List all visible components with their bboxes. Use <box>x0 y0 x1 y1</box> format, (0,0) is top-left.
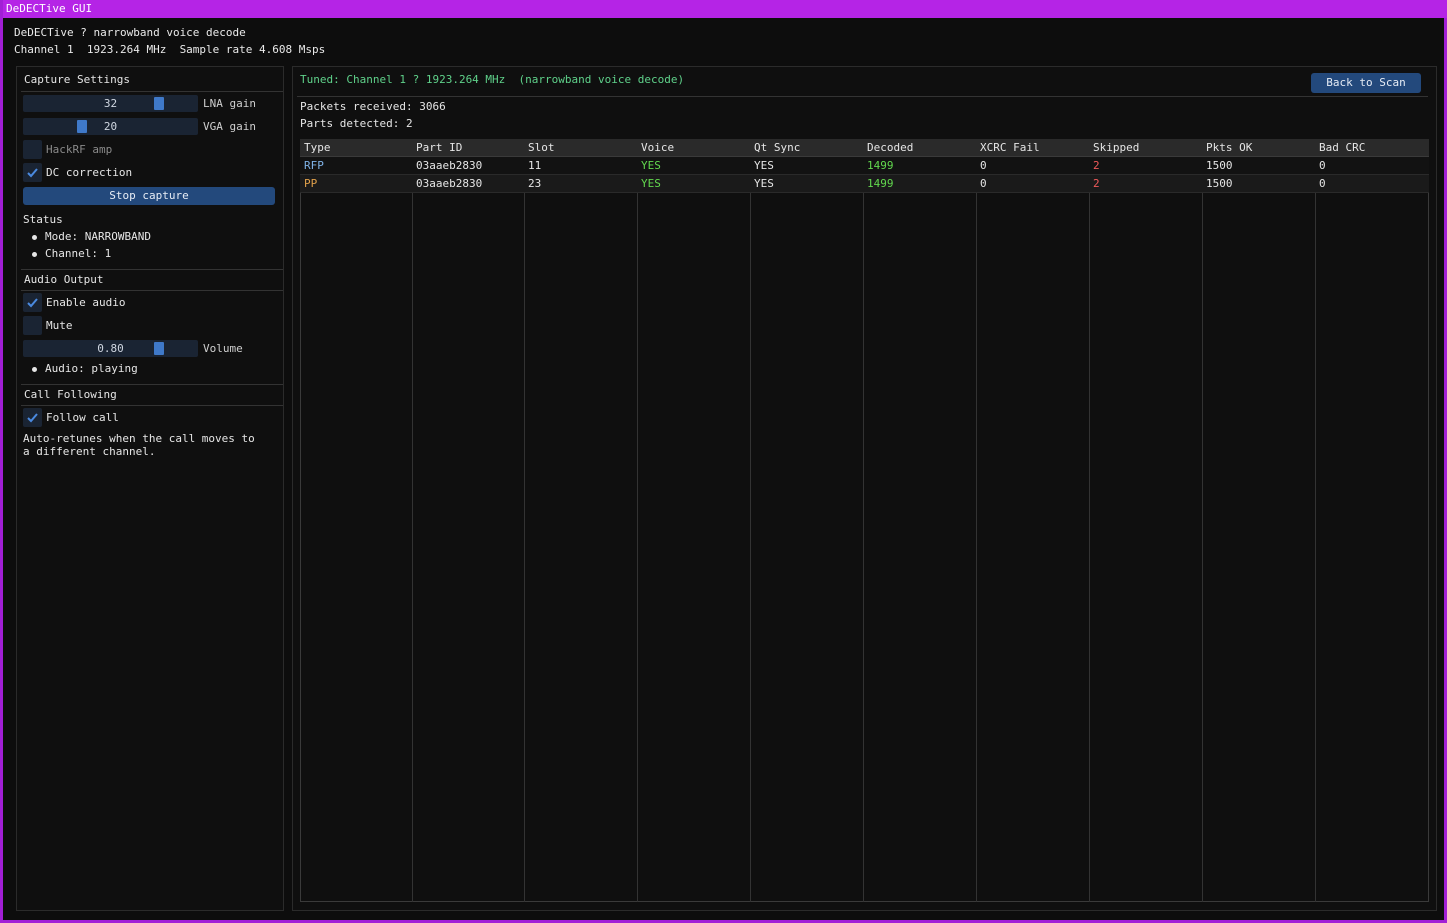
column-header-xcrc-fail[interactable]: XCRC Fail <box>976 139 1089 157</box>
cell-decoded: 1499 <box>863 174 976 193</box>
volume-value: 0.80 <box>97 342 124 355</box>
column-divider <box>1202 139 1203 902</box>
column-divider <box>412 139 413 902</box>
mute-label: Mute <box>46 319 73 332</box>
cell-bad-crc: 0 <box>1315 156 1429 175</box>
vga-gain-slider[interactable]: 20 <box>23 118 198 135</box>
cell-skipped: 2 <box>1089 156 1202 175</box>
follow-call-label: Follow call <box>46 411 119 424</box>
table-row[interactable]: PP 03aaeb2830 23 YES YES 1499 0 2 1500 0 <box>300 174 1429 193</box>
tuned-status: Tuned: Channel 1 ? 1923.264 MHz (narrowb… <box>300 73 685 86</box>
follow-description-1: Auto-retunes when the call moves to <box>23 432 255 445</box>
cell-voice: YES <box>637 174 750 193</box>
column-divider <box>1315 139 1316 902</box>
bullet-icon <box>32 367 37 372</box>
capture-settings-heading: Capture Settings <box>21 70 283 92</box>
window-titlebar[interactable]: DeDECTive GUI <box>3 0 1447 18</box>
lna-gain-label: LNA gain <box>203 97 256 110</box>
check-icon <box>27 168 38 178</box>
channel-info: Channel 1 1923.264 MHz Sample rate 4.608… <box>14 43 326 56</box>
lna-gain-slider[interactable]: 32 <box>23 95 198 112</box>
packets-received: Packets received: 3066 <box>300 100 446 113</box>
vga-gain-grab[interactable] <box>77 120 87 133</box>
column-divider <box>637 139 638 902</box>
column-header-pkts-ok[interactable]: Pkts OK <box>1202 139 1315 157</box>
column-header-type[interactable]: Type <box>300 139 412 157</box>
hackrf-amp-checkbox[interactable] <box>23 140 42 159</box>
audio-state: Audio: playing <box>45 362 138 375</box>
status-heading: Status <box>23 213 63 226</box>
mute-checkbox[interactable] <box>23 316 42 335</box>
vga-gain-value: 20 <box>103 120 118 133</box>
status-channel: Channel: 1 <box>45 247 112 260</box>
dc-correction-label: DC correction <box>46 166 133 179</box>
column-header-decoded[interactable]: Decoded <box>863 139 976 157</box>
divider <box>297 96 1428 97</box>
cell-part-id: 03aaeb2830 <box>412 174 524 193</box>
cell-bad-crc: 0 <box>1315 174 1429 193</box>
column-divider <box>976 139 977 902</box>
cell-pkts-ok: 1500 <box>1202 156 1315 175</box>
column-divider <box>863 139 864 902</box>
volume-label: Volume <box>203 342 243 355</box>
back-to-scan-button[interactable]: Back to Scan <box>1311 73 1421 93</box>
cell-skipped: 2 <box>1089 174 1202 193</box>
app-window: DeDECTive GUI DeDECTive ? narrowband voi… <box>0 0 1447 923</box>
check-icon <box>27 413 38 423</box>
main-panel: Tuned: Channel 1 ? 1923.264 MHz (narrowb… <box>292 66 1437 911</box>
volume-slider[interactable]: 0.80 <box>23 340 198 357</box>
cell-decoded: 1499 <box>863 156 976 175</box>
cell-slot: 23 <box>524 174 637 193</box>
cell-qt-sync: YES <box>750 174 863 193</box>
column-header-skipped[interactable]: Skipped <box>1089 139 1202 157</box>
enable-audio-checkbox[interactable] <box>23 293 42 312</box>
cell-qt-sync: YES <box>750 156 863 175</box>
column-header-part-id[interactable]: Part ID <box>412 139 524 157</box>
table-row[interactable]: RFP 03aaeb2830 11 YES YES 1499 0 2 1500 … <box>300 156 1429 175</box>
cell-voice: YES <box>637 156 750 175</box>
stop-capture-button[interactable]: Stop capture <box>23 187 275 205</box>
lna-gain-value: 32 <box>103 97 118 110</box>
cell-part-id: 03aaeb2830 <box>412 156 524 175</box>
column-divider <box>524 139 525 902</box>
parts-detected: Parts detected: 2 <box>300 117 413 130</box>
cell-xcrc-fail: 0 <box>976 156 1089 175</box>
left-panel: Capture Settings 32 LNA gain 20 VGA gain… <box>16 66 284 911</box>
follow-call-checkbox[interactable] <box>23 408 42 427</box>
column-header-voice[interactable]: Voice <box>637 139 750 157</box>
enable-audio-label: Enable audio <box>46 296 126 309</box>
bullet-icon <box>32 252 37 257</box>
follow-description-2: a different channel. <box>23 445 156 458</box>
cell-xcrc-fail: 0 <box>976 174 1089 193</box>
check-icon <box>27 298 38 308</box>
volume-grab[interactable] <box>154 342 164 355</box>
audio-output-heading: Audio Output <box>21 269 283 291</box>
column-header-qt-sync[interactable]: Qt Sync <box>750 139 863 157</box>
status-mode: Mode: NARROWBAND <box>45 230 151 243</box>
bullet-icon <box>32 235 37 240</box>
cell-slot: 11 <box>524 156 637 175</box>
app-heading: DeDECTive ? narrowband voice decode <box>14 26 246 39</box>
lna-gain-grab[interactable] <box>154 97 164 110</box>
column-header-slot[interactable]: Slot <box>524 139 637 157</box>
call-following-heading: Call Following <box>21 384 283 406</box>
vga-gain-label: VGA gain <box>203 120 256 133</box>
column-header-bad-crc[interactable]: Bad CRC <box>1315 139 1429 157</box>
parts-table: Type Part ID Slot Voice Qt Sync Decoded … <box>300 139 1429 193</box>
dc-correction-checkbox[interactable] <box>23 163 42 182</box>
table-header-row: Type Part ID Slot Voice Qt Sync Decoded … <box>300 139 1429 157</box>
column-divider <box>1089 139 1090 902</box>
cell-type: PP <box>300 174 412 193</box>
hackrf-amp-label: HackRF amp <box>46 143 113 156</box>
cell-pkts-ok: 1500 <box>1202 174 1315 193</box>
cell-type: RFP <box>300 156 412 175</box>
column-divider <box>750 139 751 902</box>
parts-table-frame <box>300 139 1429 902</box>
